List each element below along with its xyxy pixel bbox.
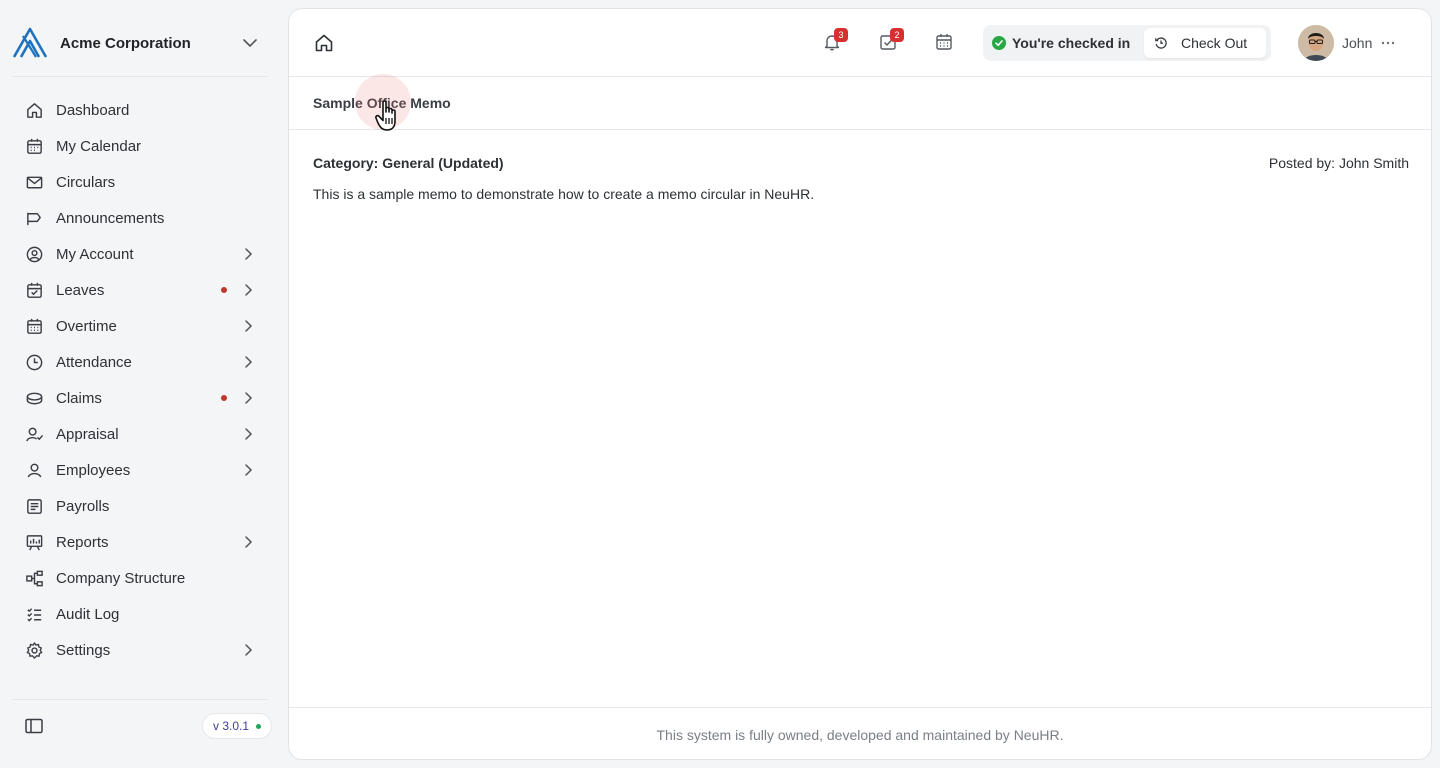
sidebar-item-my-calendar[interactable]: My Calendar: [12, 128, 268, 164]
sidebar-toggle-icon[interactable]: [24, 716, 44, 736]
chevron-right-icon: [245, 392, 253, 404]
chevron-down-icon[interactable]: [240, 33, 260, 53]
tasks-button[interactable]: 2: [878, 28, 904, 54]
clock-icon: [24, 352, 44, 372]
sidebar-item-leaves[interactable]: Leaves: [12, 272, 268, 308]
sidebar-item-company-structure[interactable]: Company Structure: [12, 560, 268, 596]
memo-body: This is a sample memo to demonstrate how…: [313, 186, 815, 202]
check-out-button[interactable]: Check Out: [1144, 28, 1266, 58]
sidebar-item-my-account[interactable]: My Account: [12, 236, 268, 272]
sidebar-item-label: My Calendar: [56, 137, 142, 155]
sidebar-item-label: Audit Log: [56, 605, 120, 623]
sidebar-item-label: Reports: [56, 533, 109, 551]
sidebar-item-dashboard[interactable]: Dashboard: [12, 92, 268, 128]
chevron-right-icon: [245, 428, 253, 440]
tasks-badge: 2: [890, 28, 904, 42]
memo-content: Category: General (Updated) Posted by: J…: [313, 155, 1409, 202]
home-icon: [24, 100, 44, 120]
check-circle-icon: [992, 36, 1006, 50]
chevron-right-icon: [245, 320, 253, 332]
check-out-label: Check Out: [1181, 35, 1248, 51]
footer-text: This system is fully owned, developed an…: [656, 726, 1064, 743]
footer: This system is fully owned, developed an…: [289, 707, 1431, 759]
sidebar-item-settings[interactable]: Settings: [12, 632, 268, 668]
chevron-right-icon: [245, 464, 253, 476]
sidebar-item-label: Circulars: [56, 173, 116, 191]
sidebar-item-announcements[interactable]: Announcements: [12, 200, 268, 236]
chevron-right-icon: [245, 356, 253, 368]
top-bar: 3 2 You're checked in Check Out John: [289, 9, 1431, 77]
sidebar-item-label: Attendance: [56, 353, 132, 371]
version-badge: v 3.0.1: [202, 713, 273, 739]
sidebar-item-attendance[interactable]: Attendance: [12, 344, 268, 380]
sidebar-item-employees[interactable]: Employees: [12, 452, 268, 488]
calendar-icon: [24, 136, 44, 156]
chevron-right-icon: [245, 536, 253, 548]
avatar: [1298, 25, 1334, 61]
memo-category: Category: General (Updated): [313, 155, 504, 171]
sidebar-item-label: Company Structure: [56, 569, 186, 587]
memo-title-bar: Sample Office Memo: [289, 77, 1431, 130]
sidebar-item-label: Dashboard: [56, 101, 130, 119]
history-icon: [1155, 37, 1167, 49]
sidebar-item-label: Claims: [56, 389, 102, 407]
user-check-icon: [24, 424, 44, 444]
sidebar-item-audit-log[interactable]: Audit Log: [12, 596, 268, 632]
coins-icon: [24, 388, 44, 408]
sidebar-item-appraisal[interactable]: Appraisal: [12, 416, 268, 452]
sidebar-divider: [12, 76, 268, 77]
memo-posted-by: Posted by: John Smith: [1268, 155, 1409, 171]
chevron-right-icon: [245, 248, 253, 260]
org-switcher[interactable]: Acme Corporation: [12, 24, 268, 62]
sidebar-item-reports[interactable]: Reports: [12, 524, 268, 560]
main-panel: 3 2 You're checked in Check Out John Sam…: [288, 8, 1432, 760]
sidebar-item-label: Employees: [56, 461, 131, 479]
calendar-check-icon: [24, 280, 44, 300]
sidebar-item-claims[interactable]: Claims: [12, 380, 268, 416]
sidebar-divider: [12, 699, 268, 700]
org-name: Acme Corporation: [60, 34, 191, 52]
notifications-button[interactable]: 3: [822, 28, 848, 54]
sidebar-item-label: My Account: [56, 245, 134, 263]
status-dot: [256, 723, 262, 729]
mail-icon: [24, 172, 44, 192]
calendar-icon: [24, 316, 44, 336]
sidebar-item-label: Payrolls: [56, 497, 110, 515]
sidebar-nav: Dashboard My Calendar Circulars Announce…: [12, 92, 268, 668]
home-icon[interactable]: [313, 32, 335, 54]
alert-dot: [221, 287, 227, 293]
notifications-badge: 3: [834, 28, 848, 42]
calendar-icon: [936, 34, 952, 50]
user-circle-icon: [24, 244, 44, 264]
sidebar-item-circulars[interactable]: Circulars: [12, 164, 268, 200]
sidebar-item-label: Announcements: [56, 209, 165, 227]
checklist-icon: [24, 604, 44, 624]
chevron-right-icon: [245, 284, 253, 296]
gear-icon: [24, 640, 44, 660]
hand-cursor-icon: [375, 100, 396, 131]
sidebar-item-label: Appraisal: [56, 425, 119, 443]
checkin-status-text: You're checked in: [1012, 35, 1131, 51]
payslip-icon: [24, 496, 44, 516]
sidebar-item-label: Leaves: [56, 281, 105, 299]
user-icon: [24, 460, 44, 480]
sidebar-item-label: Overtime: [56, 317, 117, 335]
sidebar-item-overtime[interactable]: Overtime: [12, 308, 268, 344]
calendar-button[interactable]: [934, 32, 956, 54]
attendance-widget: You're checked in Check Out: [983, 25, 1271, 61]
megaphone-icon: [24, 208, 44, 228]
report-icon: [24, 532, 44, 552]
more-horizontal-icon: [1382, 41, 1395, 45]
company-logo-icon: [12, 27, 48, 58]
sidebar-item-payrolls[interactable]: Payrolls: [12, 488, 268, 524]
user-menu[interactable]: John: [1298, 25, 1396, 61]
sidebar-item-label: Settings: [56, 641, 111, 659]
user-name: John: [1342, 35, 1373, 51]
version-label: v 3.0.1: [213, 719, 250, 733]
chevron-right-icon: [245, 644, 253, 656]
hierarchy-icon: [24, 568, 44, 588]
alert-dot: [221, 395, 227, 401]
checkin-status: You're checked in: [983, 35, 1130, 51]
sidebar: Acme Corporation Dashboard My Calendar C…: [0, 0, 282, 768]
